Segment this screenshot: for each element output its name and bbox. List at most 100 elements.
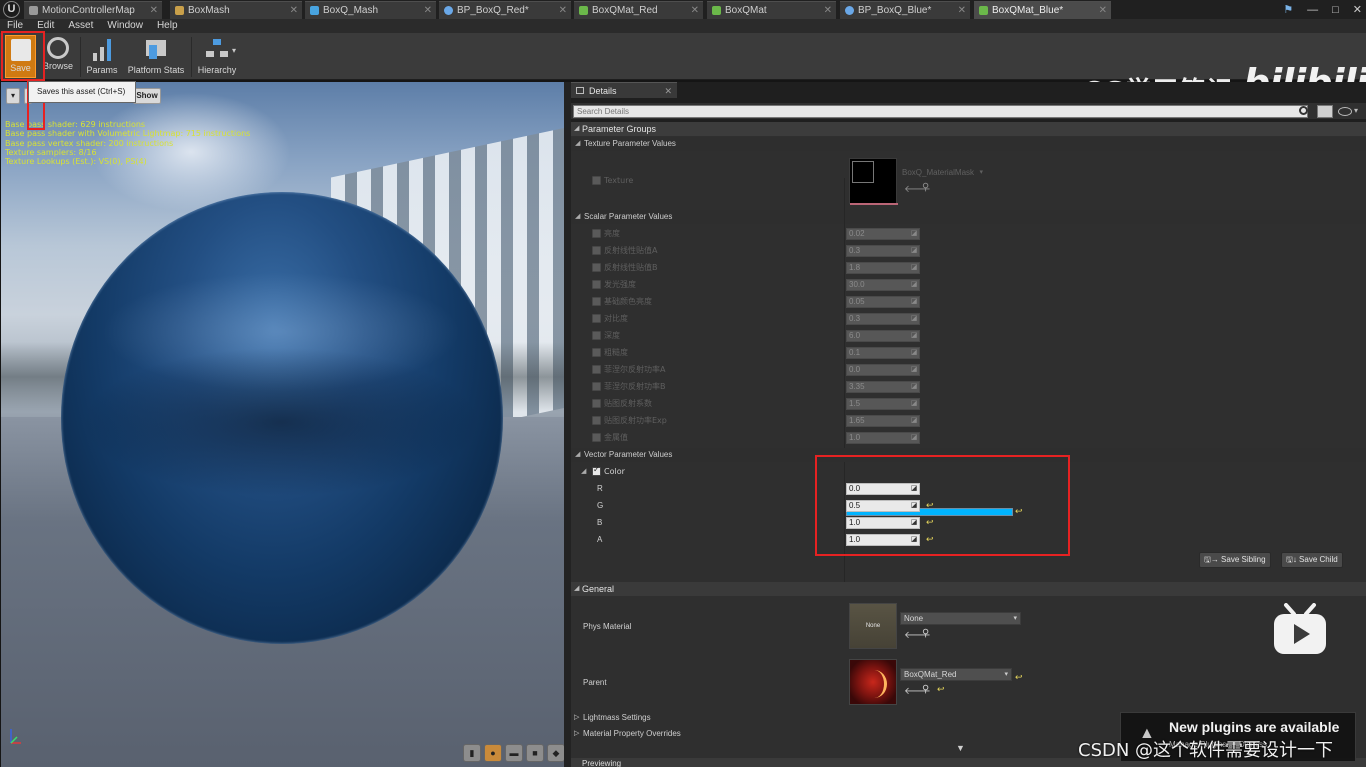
minimize-icon[interactable]: — [1307, 4, 1318, 16]
unreal-logo-icon[interactable]: U [3, 1, 20, 18]
chevron-down-icon[interactable]: ▾ [1354, 106, 1358, 115]
panel-splitter[interactable] [564, 82, 571, 767]
param-override-checkbox[interactable] [592, 314, 601, 323]
texture-thumbnail[interactable] [849, 158, 898, 205]
tab-boxq-mash[interactable]: BoxQ_Mash ✕ [305, 1, 436, 19]
reset-to-default-icon[interactable]: ↩ [926, 517, 934, 528]
param-override-checkbox[interactable] [592, 331, 601, 340]
material-preview-viewport[interactable]: ▾ Show Base pass shader: 629 instruction… [1, 82, 564, 767]
category-general[interactable]: ◢ General [571, 582, 1366, 596]
param-value-field[interactable]: 1.5 ◪ [846, 398, 920, 410]
param-value-field[interactable]: 1.65 ◪ [846, 415, 920, 427]
show-button[interactable]: Show [133, 88, 161, 104]
param-override-checkbox[interactable] [592, 399, 601, 408]
feedback-icon[interactable]: ⚑ [1283, 3, 1293, 16]
platform-stats-button[interactable]: Platform Stats [125, 35, 187, 78]
plane-preview-icon[interactable]: ▬ [505, 744, 523, 762]
param-value-field[interactable]: 30.0 ◪ [846, 279, 920, 291]
reset-to-default-icon[interactable]: ↩ [926, 500, 934, 511]
component-value-field[interactable]: 0.0 ◪ [846, 483, 920, 495]
component-value-field[interactable]: 0.5 ◪ [846, 500, 920, 512]
close-icon[interactable]: ✕ [150, 2, 158, 19]
param-value-field[interactable]: 0.3 ◪ [846, 313, 920, 325]
category-parameter-groups[interactable]: ◢ Parameter Groups [571, 122, 1366, 136]
param-value-field[interactable]: 1.8 ◪ [846, 262, 920, 274]
group-vector-params[interactable]: ◢ Vector Parameter Values [571, 448, 1366, 462]
tab-bp-boxq-blue[interactable]: BP_BoxQ_Blue* ✕ [840, 1, 970, 19]
param-override-checkbox[interactable] [592, 348, 601, 357]
param-value-field[interactable]: 0.3 ◪ [846, 245, 920, 257]
param-override-checkbox[interactable] [592, 263, 601, 272]
component-value-field[interactable]: 1.0 ◪ [846, 517, 920, 529]
close-icon[interactable]: ✕ [824, 2, 832, 19]
texture-override-checkbox[interactable] [592, 176, 601, 185]
teapot-preview-icon[interactable]: ◆ [547, 744, 564, 762]
color-override-checkbox[interactable] [592, 465, 601, 476]
scroll-down-icon[interactable]: ▼ [956, 743, 965, 753]
params-button[interactable]: Params [85, 35, 119, 78]
cube-preview-icon[interactable]: ■ [526, 744, 544, 762]
param-override-checkbox[interactable] [592, 433, 601, 442]
browse-asset-icon[interactable]: ⚲ [922, 628, 929, 639]
param-value-field[interactable]: 6.0 ◪ [846, 330, 920, 342]
maximize-icon[interactable]: □ [1332, 4, 1339, 16]
param-override-checkbox[interactable] [592, 229, 601, 238]
param-value-field[interactable]: 0.0 ◪ [846, 364, 920, 376]
close-icon[interactable]: ✕ [664, 83, 672, 99]
param-value-field[interactable]: 0.1 ◪ [846, 347, 920, 359]
menu-asset[interactable]: Asset [61, 19, 100, 33]
reset-to-default-icon[interactable]: ↩ [937, 684, 945, 695]
tab-boxqmat-blue[interactable]: BoxQMat_Blue* ✕ [974, 1, 1111, 19]
browse-asset-icon[interactable]: ⚲ [922, 684, 929, 695]
close-icon[interactable]: ✕ [290, 2, 298, 19]
texture-asset-combo[interactable]: BoxQ_MaterialMask ▾ [899, 166, 985, 179]
param-override-checkbox[interactable] [592, 382, 601, 391]
group-scalar-params[interactable]: ◢ Scalar Parameter Values [571, 210, 1366, 224]
search-icon[interactable] [1299, 106, 1308, 115]
close-icon[interactable]: ✕ [691, 2, 699, 19]
component-value-field[interactable]: 1.0 ◪ [846, 534, 920, 546]
close-icon[interactable]: ✕ [559, 2, 567, 19]
browse-button[interactable]: Browse [41, 35, 75, 78]
reset-to-default-icon[interactable]: ↩ [926, 534, 934, 545]
eye-icon[interactable] [1338, 107, 1352, 116]
tab-boxmash[interactable]: BoxMash ✕ [170, 1, 302, 19]
param-override-checkbox[interactable] [592, 280, 601, 289]
tab-motion-controller-map[interactable]: MotionControllerMap ✕ [24, 1, 162, 19]
tab-boxqmat-red[interactable]: BoxQMat_Red ✕ [574, 1, 703, 19]
save-button[interactable]: Save [5, 35, 36, 78]
browse-asset-icon[interactable]: ⚲ [922, 182, 929, 193]
close-window-icon[interactable]: ✕ [1353, 3, 1362, 16]
menu-help[interactable]: Help [150, 19, 185, 33]
param-value-field[interactable]: 0.02 ◪ [846, 228, 920, 240]
parent-thumbnail[interactable] [849, 659, 897, 705]
save-child-button[interactable]: 🖫↓ Save Child [1281, 552, 1343, 568]
tab-bp-boxq-red[interactable]: BP_BoxQ_Red* ✕ [439, 1, 571, 19]
viewport-options-button[interactable]: ▾ [6, 88, 20, 104]
reset-to-default-icon[interactable]: ↩ [1015, 672, 1023, 683]
tab-boxqmat[interactable]: BoxQMat ✕ [707, 1, 836, 19]
hierarchy-button[interactable]: ▾ Hierarchy [194, 35, 240, 78]
sphere-preview-icon[interactable]: ● [484, 744, 502, 762]
menu-file[interactable]: File [0, 19, 30, 33]
param-value-field[interactable]: 0.05 ◪ [846, 296, 920, 308]
param-value-field[interactable]: 3.35 ◪ [846, 381, 920, 393]
save-sibling-button[interactable]: 🖫→ Save Sibling [1199, 552, 1271, 568]
group-texture-params[interactable]: ◢ Texture Parameter Values [571, 137, 1366, 151]
close-icon[interactable]: ✕ [1099, 2, 1107, 19]
param-override-checkbox[interactable] [592, 246, 601, 255]
param-value-field[interactable]: 1.0 ◪ [846, 432, 920, 444]
close-icon[interactable]: ✕ [424, 2, 432, 19]
param-override-checkbox[interactable] [592, 297, 601, 306]
menu-window[interactable]: Window [100, 19, 150, 33]
menu-edit[interactable]: Edit [30, 19, 61, 33]
cylinder-preview-icon[interactable]: ▮ [463, 744, 481, 762]
close-icon[interactable]: ✕ [958, 2, 966, 19]
phys-material-thumbnail[interactable]: None [849, 603, 897, 649]
details-tab[interactable]: Details ✕ [571, 82, 677, 98]
parent-combo[interactable]: BoxQMat_Red ▾ [900, 668, 1012, 681]
param-override-checkbox[interactable] [592, 365, 601, 374]
property-matrix-icon[interactable] [1317, 105, 1333, 118]
phys-material-combo[interactable]: None ▾ [900, 612, 1021, 625]
param-override-checkbox[interactable] [592, 416, 601, 425]
